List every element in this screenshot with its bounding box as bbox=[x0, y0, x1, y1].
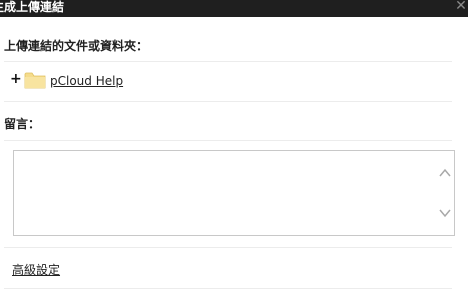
divider bbox=[4, 140, 452, 141]
message-textarea[interactable] bbox=[13, 150, 455, 236]
advanced-settings-link[interactable]: 高級設定 bbox=[12, 262, 60, 278]
dialog-title: 生成上傳連結 bbox=[0, 0, 65, 14]
scroll-up-icon[interactable] bbox=[438, 166, 452, 180]
plus-icon[interactable]: + bbox=[10, 72, 22, 86]
divider bbox=[4, 247, 452, 248]
folder-link[interactable]: pCloud Help bbox=[50, 73, 123, 89]
upload-target-label: 上傳連結的文件或資料夾： bbox=[4, 39, 149, 53]
divider bbox=[4, 61, 452, 62]
folder-icon bbox=[24, 72, 46, 89]
message-label: 留言： bbox=[4, 117, 41, 131]
dialog-title-bar: 生成上傳連結 ✕ bbox=[0, 0, 468, 17]
divider bbox=[4, 288, 452, 289]
scroll-down-icon[interactable] bbox=[438, 206, 452, 220]
close-icon[interactable]: ✕ bbox=[454, 0, 468, 14]
divider bbox=[4, 101, 452, 102]
